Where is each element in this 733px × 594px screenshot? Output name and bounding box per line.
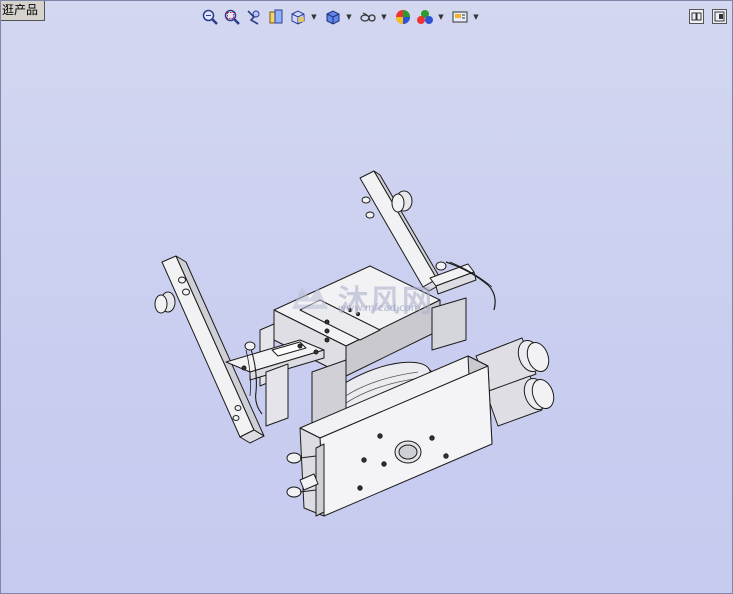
left-gripper-arm [154, 255, 325, 444]
cad-model-gripper-assembly[interactable] [0, 0, 733, 594]
watermark-url: www.mfcad.com [338, 303, 421, 314]
graphics-area[interactable]: 逛产品 ▼ ▼ ▼ ▼ ▼ 沐风网 www.mfcad.com [0, 0, 733, 594]
